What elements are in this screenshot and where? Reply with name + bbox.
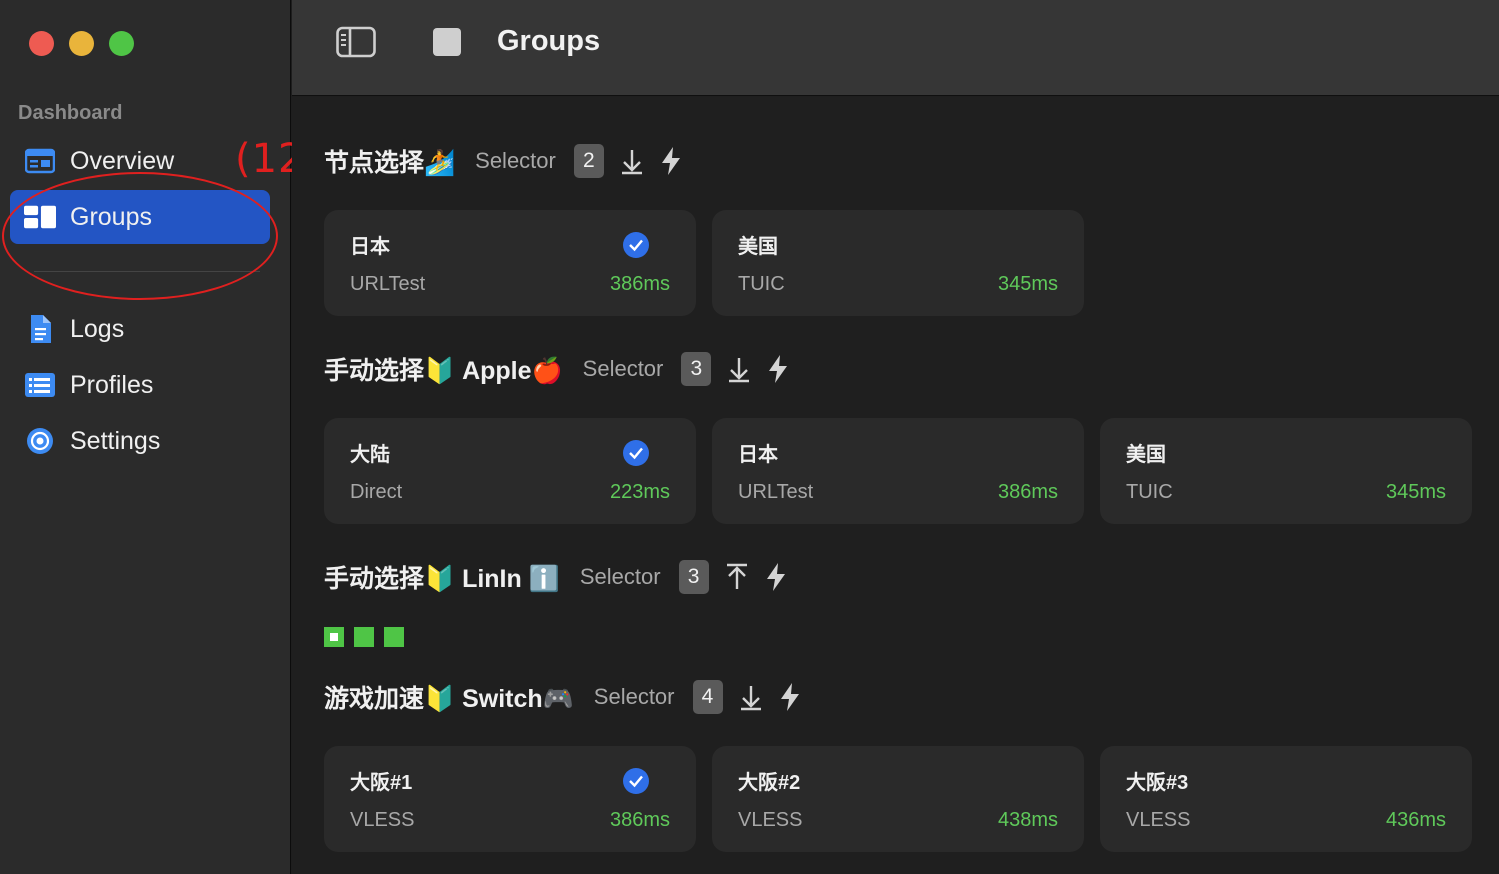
proxy-name: 大阪#1 [350, 772, 413, 794]
group-name: 手动选择🔰 LinIn ℹ️ [324, 565, 560, 593]
sidebar-item-settings[interactable]: Settings [10, 414, 270, 468]
minimize-window-button[interactable] [69, 31, 94, 56]
page-title: Groups [497, 25, 601, 57]
collapsed-proxy-dots [324, 627, 404, 647]
group-header[interactable]: 手动选择🔰 LinIn ℹ️ Selector 3 [324, 557, 787, 597]
proxy-latency: 223ms [609, 481, 670, 503]
group-type: Selector [475, 148, 556, 173]
sidebar-toggle-icon [336, 26, 376, 58]
proxy-card[interactable]: 大阪#1 VLESS 386ms [324, 746, 696, 852]
group-header[interactable]: 手动选择🔰 Apple🍎 Selector 3 [324, 349, 789, 389]
sidebar-item-logs[interactable]: Logs [10, 302, 270, 356]
proxy-card[interactable]: 大阪#3 VLESS 436ms [1100, 746, 1472, 852]
close-window-button[interactable] [29, 31, 54, 56]
sidebar-item-profiles[interactable]: Profiles [10, 358, 270, 412]
proxy-card[interactable]: 美国 TUIC 345ms [1100, 418, 1472, 524]
proxy-dot[interactable] [384, 627, 404, 647]
proxy-dot-selected[interactable] [324, 627, 344, 647]
arrow-down-icon[interactable] [739, 683, 763, 711]
proxy-name: 大阪#2 [738, 772, 801, 794]
proxy-latency: 386ms [609, 273, 670, 295]
proxy-type: VLESS [350, 809, 415, 831]
proxy-name: 日本 [350, 236, 390, 258]
annotation-ellipse [2, 172, 278, 300]
overview-icon [24, 145, 56, 177]
proxy-card[interactable]: 日本 URLTest 386ms [712, 418, 1084, 524]
group-header[interactable]: 游戏加速🔰 Switch🎮 Selector 4 [324, 677, 801, 717]
toggle-sidebar-button[interactable] [336, 26, 376, 63]
proxy-type: VLESS [738, 809, 803, 831]
sidebar: Dashboard Overview Groups Logs Profiles [0, 0, 291, 874]
group-count-badge: 3 [681, 352, 712, 386]
sidebar-item-label: Profiles [70, 370, 154, 399]
group-type: Selector [593, 684, 675, 709]
group-type: Selector [579, 564, 661, 589]
proxy-type: URLTest [350, 273, 426, 295]
lightning-icon[interactable] [767, 354, 789, 384]
proxy-name: 大阪#3 [1126, 772, 1189, 794]
proxy-type: Direct [350, 481, 403, 503]
group-name: 游戏加速🔰 Switch🎮 [324, 685, 574, 713]
toolbar: Groups [292, 0, 1499, 96]
proxy-latency: 436ms [1385, 809, 1446, 831]
proxy-latency: 386ms [997, 481, 1058, 503]
proxy-name: 美国 [1126, 444, 1166, 466]
proxy-type: TUIC [738, 273, 785, 295]
proxy-card[interactable]: 日本 URLTest 386ms [324, 210, 696, 316]
checkmark-icon [622, 767, 650, 800]
proxy-name: 大陆 [350, 444, 390, 466]
arrow-down-icon[interactable] [620, 147, 644, 175]
group-count-badge: 4 [692, 680, 723, 714]
logs-icon [24, 313, 56, 345]
lightning-icon[interactable] [779, 682, 801, 712]
proxy-latency: 345ms [997, 273, 1058, 295]
checkmark-icon [622, 231, 650, 264]
sidebar-item-label: Settings [70, 426, 161, 455]
sidebar-item-label: Overview [70, 146, 175, 175]
window-controls [29, 31, 134, 56]
group-count-badge: 3 [678, 560, 709, 594]
proxy-latency: 438ms [997, 809, 1058, 831]
group-header[interactable]: 节点选择🏄 Selector 2 [324, 141, 682, 181]
proxy-dot[interactable] [354, 627, 374, 647]
arrow-up-icon[interactable] [725, 563, 749, 591]
stop-button[interactable] [432, 26, 462, 63]
lightning-icon[interactable] [660, 146, 682, 176]
proxy-latency: 386ms [609, 809, 670, 831]
proxy-card[interactable]: 大阪#2 VLESS 438ms [712, 746, 1084, 852]
arrow-down-icon[interactable] [727, 355, 751, 383]
proxy-card[interactable]: 美国 TUIC 345ms [712, 210, 1084, 316]
sidebar-section-label: Dashboard [18, 102, 123, 124]
sidebar-item-label: Logs [70, 314, 125, 343]
group-count-badge: 2 [573, 144, 604, 178]
proxy-type: TUIC [1126, 481, 1173, 503]
proxy-type: URLTest [738, 481, 814, 503]
stop-icon [433, 28, 461, 56]
settings-icon [24, 425, 56, 457]
checkmark-icon [622, 439, 650, 472]
group-name: 手动选择🔰 Apple🍎 [324, 357, 563, 385]
profiles-icon [24, 369, 56, 401]
groups-list: 节点选择🏄 Selector 2 日本 URLTest 386ms 美国 TUI… [292, 97, 1499, 874]
proxy-card[interactable]: 大陆 Direct 223ms [324, 418, 696, 524]
group-name: 节点选择🏄 [324, 149, 456, 177]
group-type: Selector [582, 356, 664, 381]
proxy-latency: 345ms [1385, 481, 1446, 503]
maximize-window-button[interactable] [109, 31, 134, 56]
lightning-icon[interactable] [765, 562, 787, 592]
proxy-name: 日本 [738, 444, 778, 466]
proxy-type: VLESS [1126, 809, 1191, 831]
proxy-name: 美国 [738, 236, 778, 258]
app-window: Dashboard Overview Groups Logs Profiles [0, 0, 1499, 874]
